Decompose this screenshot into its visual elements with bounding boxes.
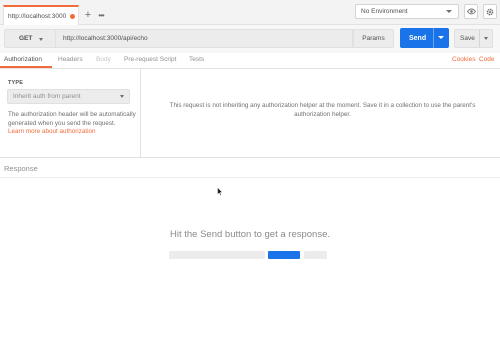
tab-bar: http://localhost:3000 + ••• No Environme… [0, 0, 500, 25]
response-hint: Hit the Send button to get a response. [169, 229, 331, 240]
auth-type-select[interactable]: Inherit auth from parent [7, 89, 130, 104]
unsaved-dot-icon [70, 13, 75, 19]
placeholder-bar [169, 251, 265, 259]
params-label: Params [362, 35, 385, 42]
request-tab-label: http://localhost:3000 [8, 12, 66, 20]
save-divider [479, 30, 480, 47]
request-subtabs: Authorization Headers Body Pre-request S… [0, 53, 500, 69]
response-divider[interactable] [0, 157, 500, 158]
send-button[interactable]: Send [400, 28, 449, 48]
tab-authorization[interactable]: Authorization [4, 56, 42, 63]
params-button[interactable]: Params [353, 29, 394, 48]
environment-select[interactable]: No Environment [355, 4, 459, 19]
placeholder-bar [304, 251, 327, 259]
chevron-down-icon [39, 38, 43, 41]
auth-type-value: Inherit auth from parent [13, 93, 81, 100]
tab-headers[interactable]: Headers [58, 56, 83, 63]
url-value: http://localhost:3000/api/echo [63, 35, 148, 42]
send-label: Send [409, 34, 427, 42]
chevron-down-icon [446, 10, 452, 13]
request-tab[interactable]: http://localhost:3000 [3, 5, 79, 25]
environment-quick-look-button[interactable] [464, 4, 478, 19]
placeholder-bar-accent [268, 251, 300, 259]
gear-icon [486, 8, 494, 15]
auth-message: This request is not inheriting any autho… [169, 102, 476, 118]
save-button[interactable]: Save [454, 29, 493, 48]
ellipsis-icon[interactable]: ••• [95, 9, 107, 21]
eye-icon [466, 8, 476, 15]
request-bar: GET http://localhost:3000/api/echo Param… [0, 25, 500, 53]
active-tab-indicator [0, 66, 52, 68]
tab-tests[interactable]: Tests [189, 56, 204, 63]
auth-type-panel: TYPE Inherit auth from parent The author… [0, 69, 141, 157]
chevron-down-icon[interactable] [484, 37, 488, 40]
chevron-down-icon [120, 95, 124, 98]
chevron-down-icon[interactable] [438, 36, 444, 39]
tab-pre-request-script[interactable]: Pre-request Script [124, 56, 176, 63]
environment-select-value: No Environment [361, 8, 408, 15]
auth-type-label: TYPE [8, 80, 24, 86]
plus-icon[interactable]: + [82, 9, 94, 21]
response-title: Response [4, 164, 38, 173]
cookies-link[interactable]: Cookies [452, 56, 475, 63]
response-header-divider [0, 177, 500, 178]
method-select[interactable]: GET [4, 29, 56, 48]
url-input[interactable]: http://localhost:3000/api/echo [56, 29, 353, 48]
manage-environments-button[interactable] [483, 4, 497, 19]
save-label: Save [460, 35, 475, 42]
mouse-cursor-icon [217, 187, 223, 196]
learn-more-link[interactable]: Learn more about authorization [8, 128, 96, 135]
code-link[interactable]: Code [479, 56, 495, 63]
send-divider [433, 28, 434, 48]
method-value: GET [19, 35, 33, 42]
auth-description: The authorization header will be automat… [8, 111, 136, 127]
tab-body[interactable]: Body [96, 56, 111, 63]
